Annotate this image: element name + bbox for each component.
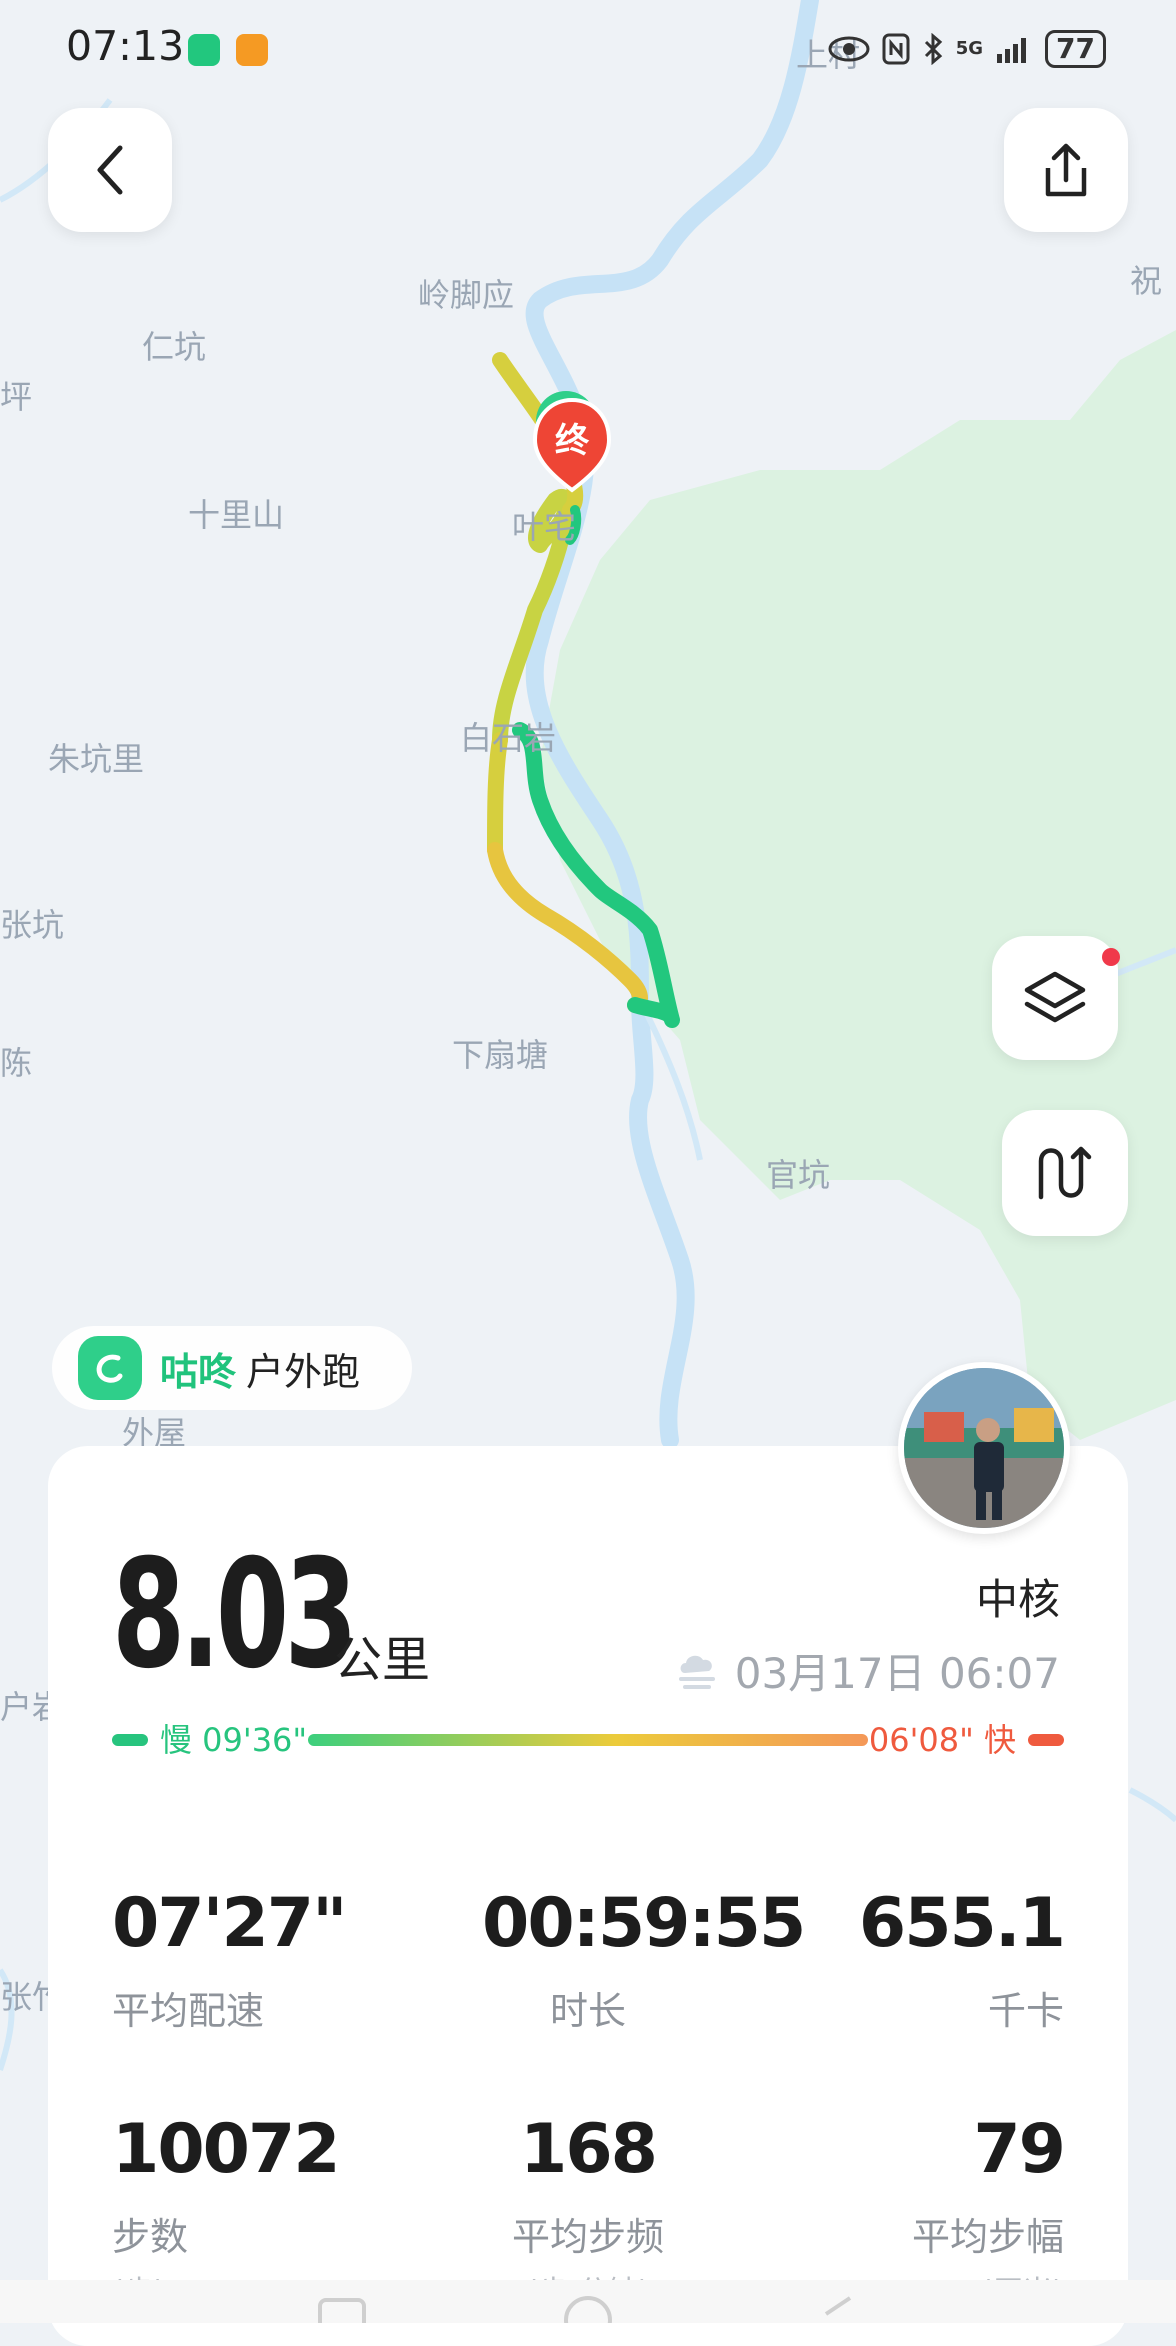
bluetooth-icon: [924, 33, 942, 65]
map-label: 朱坑里: [48, 740, 145, 778]
brand-chip: 咕咚 户外跑: [52, 1326, 412, 1410]
video-app-icon: [236, 34, 268, 66]
stat-label: 平均配速: [112, 1989, 265, 2033]
map-label: 张坑: [0, 906, 65, 944]
stat-calories: 655.1 千卡: [858, 1884, 1066, 2035]
stat-duration: 00:59:55 时长: [482, 1884, 806, 2035]
stat-label: 千卡: [987, 1989, 1064, 2033]
pace-gradient: [308, 1734, 868, 1746]
map-label: 岭脚应: [418, 276, 515, 314]
avatar[interactable]: [898, 1362, 1070, 1534]
share-icon: [1045, 143, 1087, 197]
brand-name: 咕咚: [160, 1349, 237, 1394]
status-icons: 5G 77: [828, 30, 1106, 68]
stat-value: 10072: [112, 2110, 341, 2189]
stat-value: 79: [973, 2110, 1066, 2189]
codoon-logo-icon: [78, 1336, 142, 1400]
slow-swatch: [112, 1734, 148, 1746]
battery-icon: 77: [1045, 30, 1106, 68]
stat-label: 平均步幅: [911, 2215, 1064, 2259]
activity-datetime: 03月17日 06:07: [734, 1649, 1060, 1698]
system-nav-bar: [0, 2280, 1176, 2344]
back-button[interactable]: [48, 108, 172, 232]
fast-swatch: [1028, 1734, 1064, 1746]
pace-legend: 慢 09'36" 06'08" 快: [112, 1718, 1064, 1762]
map-label: 官坑: [766, 1156, 831, 1194]
map-label: 白石岩: [460, 719, 557, 757]
end-marker-label: 终: [555, 421, 590, 461]
distance-value: 8.03: [112, 1528, 358, 1702]
stat-label: 步数: [112, 2215, 189, 2259]
stat-value: 07'27": [112, 1884, 348, 1963]
nfc-icon: [882, 33, 910, 65]
fast-pace-label: 06'08" 快: [868, 1721, 1016, 1759]
wechat-icon: [188, 34, 220, 66]
notification-dot: [1102, 948, 1120, 966]
route-toggle-button[interactable]: [1002, 1110, 1128, 1236]
back-nav-icon[interactable]: [824, 2296, 852, 2316]
cloudy-icon: [678, 1655, 715, 1689]
sport-type: 户外跑: [246, 1349, 361, 1394]
status-bar: 07:13 5G 77: [0, 0, 1176, 100]
stat-value: 168: [520, 2110, 658, 2189]
layers-button[interactable]: [992, 936, 1120, 1060]
stat-value: 655.1: [858, 1884, 1066, 1963]
map-label: 仁坑: [142, 328, 207, 366]
user-name: 中核: [975, 1575, 1060, 1624]
stat-label: 平均步频: [511, 2215, 664, 2259]
stat-label: 时长: [549, 1989, 626, 2033]
stat-value: 00:59:55: [482, 1884, 806, 1963]
slow-pace-label: 慢 09'36": [160, 1721, 308, 1759]
map-label: 坪: [0, 378, 33, 416]
date-row: 03月17日 06:07: [673, 1640, 1060, 1701]
network-type: 5G: [955, 38, 984, 59]
map-label: 下扇塘: [452, 1036, 549, 1074]
layers-icon: [1024, 971, 1086, 1023]
distance-unit: 公里: [334, 1632, 431, 1688]
status-time: 07:13: [66, 22, 185, 70]
recent-apps-icon[interactable]: [318, 2298, 366, 2332]
eye-icon: [828, 36, 870, 62]
home-icon[interactable]: [564, 2296, 612, 2344]
map-label: 叶宅: [512, 508, 577, 546]
route-icon: [1038, 1146, 1092, 1200]
stat-avg-pace: 07'27" 平均配速: [112, 1884, 348, 2035]
map-label: 祝: [1130, 262, 1163, 300]
signal-icon: [997, 38, 1027, 63]
map-label: 陈: [0, 1044, 33, 1082]
chevron-left-icon: [97, 145, 123, 195]
share-button[interactable]: [1004, 108, 1128, 232]
map-label: 十里山: [188, 496, 285, 534]
